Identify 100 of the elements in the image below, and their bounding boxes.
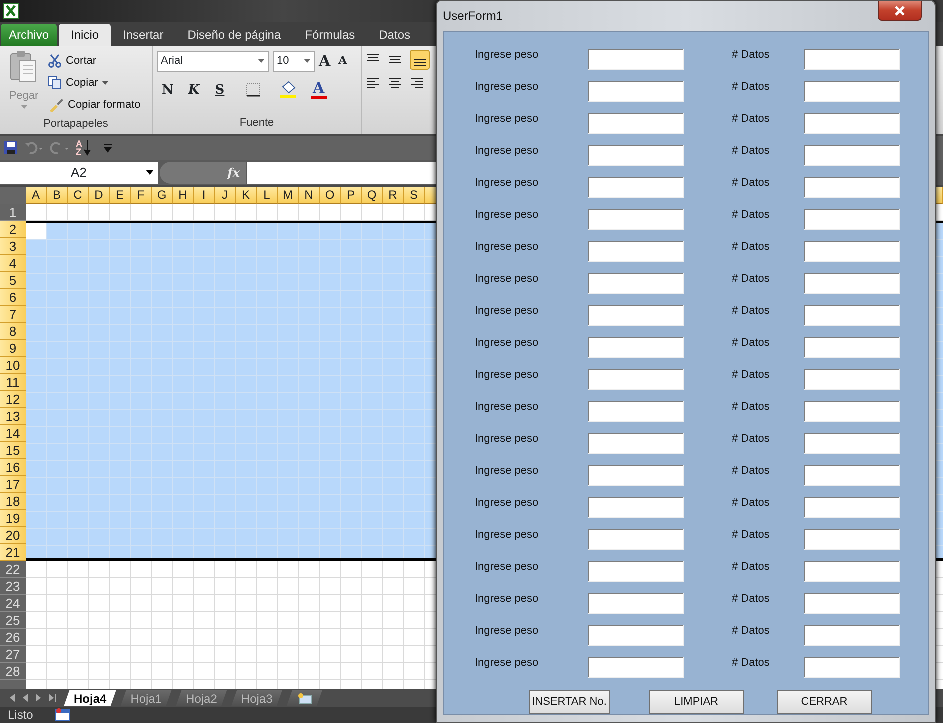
input-field[interactable] xyxy=(804,593,900,614)
form-button[interactable]: CERRAR xyxy=(777,690,872,714)
close-button[interactable] xyxy=(878,1,922,21)
input-field[interactable] xyxy=(804,241,900,262)
row-header[interactable]: 13 xyxy=(0,408,26,425)
column-header[interactable]: M xyxy=(278,187,299,204)
previous-sheet-icon[interactable] xyxy=(23,694,28,702)
ribbon-tab[interactable]: Inicio xyxy=(59,24,112,46)
font-name-dropdown[interactable]: Arial xyxy=(157,50,269,72)
row-header[interactable]: 26 xyxy=(0,629,26,646)
input-field[interactable] xyxy=(588,465,684,486)
input-field[interactable] xyxy=(588,81,684,102)
column-header[interactable]: B xyxy=(47,187,68,204)
next-sheet-icon[interactable] xyxy=(36,694,41,702)
input-field[interactable] xyxy=(804,305,900,326)
underline-button[interactable]: S xyxy=(209,80,231,100)
row-header[interactable]: 18 xyxy=(0,493,26,510)
input-field[interactable] xyxy=(588,433,684,454)
sheet-tab[interactable]: Hoja4 xyxy=(64,690,117,706)
ribbon-tab[interactable]: Diseño de página xyxy=(176,24,294,46)
row-header[interactable]: 3 xyxy=(0,238,26,255)
input-field[interactable] xyxy=(588,209,684,230)
row-header[interactable]: 17 xyxy=(0,476,26,493)
align-middle-icon[interactable] xyxy=(388,54,402,66)
last-sheet-icon[interactable] xyxy=(49,694,56,702)
column-header[interactable]: S xyxy=(404,187,425,204)
sort-button[interactable]: AZ xyxy=(76,140,91,156)
row-header[interactable]: 20 xyxy=(0,527,26,544)
input-field[interactable] xyxy=(588,273,684,294)
input-field[interactable] xyxy=(804,337,900,358)
sheet-tab[interactable]: Hoja3 xyxy=(231,690,283,706)
input-field[interactable] xyxy=(588,497,684,518)
column-header[interactable]: E xyxy=(110,187,131,204)
column-header[interactable]: R xyxy=(383,187,404,204)
input-field[interactable] xyxy=(588,145,684,166)
row-header[interactable]: 9 xyxy=(0,340,26,357)
input-field[interactable] xyxy=(804,177,900,198)
dropdown-arrow-icon[interactable] xyxy=(304,59,311,64)
font-size-dropdown[interactable]: 10 xyxy=(273,50,315,72)
bold-button[interactable]: N xyxy=(157,80,179,100)
row-header[interactable]: 25 xyxy=(0,612,26,629)
input-field[interactable] xyxy=(588,369,684,390)
format-painter-button[interactable]: Copiar formato xyxy=(68,96,141,114)
input-field[interactable] xyxy=(588,561,684,582)
input-field[interactable] xyxy=(804,657,900,678)
row-header[interactable]: 2 xyxy=(0,221,26,238)
ribbon-tab[interactable]: Fórmulas xyxy=(293,24,368,46)
align-left-icon[interactable] xyxy=(366,78,380,90)
fill-bucket-icon[interactable] xyxy=(279,81,299,100)
macro-record-icon[interactable] xyxy=(55,708,72,722)
input-field[interactable] xyxy=(588,113,684,134)
row-header[interactable]: 22 xyxy=(0,561,26,578)
column-header[interactable]: K xyxy=(236,187,257,204)
input-field[interactable] xyxy=(804,401,900,422)
row-header[interactable]: 12 xyxy=(0,391,26,408)
first-sheet-icon[interactable] xyxy=(8,694,15,702)
row-header[interactable]: 5 xyxy=(0,272,26,289)
new-sheet-icon[interactable] xyxy=(296,693,313,706)
paste-icon[interactable] xyxy=(9,50,39,84)
input-field[interactable] xyxy=(804,529,900,550)
input-field[interactable] xyxy=(804,209,900,230)
align-right-icon[interactable] xyxy=(410,78,424,90)
row-header[interactable]: 4 xyxy=(0,255,26,272)
input-field[interactable] xyxy=(588,625,684,646)
dropdown-arrow-icon[interactable] xyxy=(102,81,110,85)
input-field[interactable] xyxy=(804,81,900,102)
grow-font-button[interactable]: A xyxy=(319,50,331,72)
dropdown-arrow-icon[interactable] xyxy=(258,59,265,64)
column-header[interactable]: H xyxy=(173,187,194,204)
sheet-tab[interactable]: Hoja2 xyxy=(176,690,228,706)
row-header[interactable]: 16 xyxy=(0,459,26,476)
column-header[interactable]: O xyxy=(320,187,341,204)
input-field[interactable] xyxy=(588,593,684,614)
column-header[interactable]: N xyxy=(299,187,320,204)
column-header[interactable]: J xyxy=(215,187,236,204)
row-header[interactable]: 27 xyxy=(0,646,26,663)
column-header[interactable]: Q xyxy=(362,187,383,204)
align-center-icon[interactable] xyxy=(388,78,402,90)
input-field[interactable] xyxy=(588,337,684,358)
row-header[interactable]: 7 xyxy=(0,306,26,323)
copy-button[interactable]: Copiar xyxy=(66,74,98,92)
input-field[interactable] xyxy=(804,369,900,390)
column-header[interactable]: A xyxy=(26,187,47,204)
input-field[interactable] xyxy=(804,273,900,294)
name-box[interactable]: A2 xyxy=(0,162,158,184)
row-header[interactable]: 19 xyxy=(0,510,26,527)
column-header[interactable]: F xyxy=(131,187,152,204)
sheet-tab[interactable]: Hoja1 xyxy=(120,690,172,706)
cut-button[interactable]: Cortar xyxy=(66,52,97,70)
input-field[interactable] xyxy=(588,49,684,70)
row-header[interactable]: 10 xyxy=(0,357,26,374)
column-header[interactable]: C xyxy=(68,187,89,204)
form-button[interactable]: LIMPIAR xyxy=(649,690,744,714)
input-field[interactable] xyxy=(804,145,900,166)
row-header[interactable]: 15 xyxy=(0,442,26,459)
file-tab[interactable]: Archivo xyxy=(1,24,58,46)
row-header[interactable]: 24 xyxy=(0,595,26,612)
customize-toolbar-icon[interactable] xyxy=(103,143,113,153)
input-field[interactable] xyxy=(588,657,684,678)
italic-button[interactable]: K xyxy=(183,80,205,100)
